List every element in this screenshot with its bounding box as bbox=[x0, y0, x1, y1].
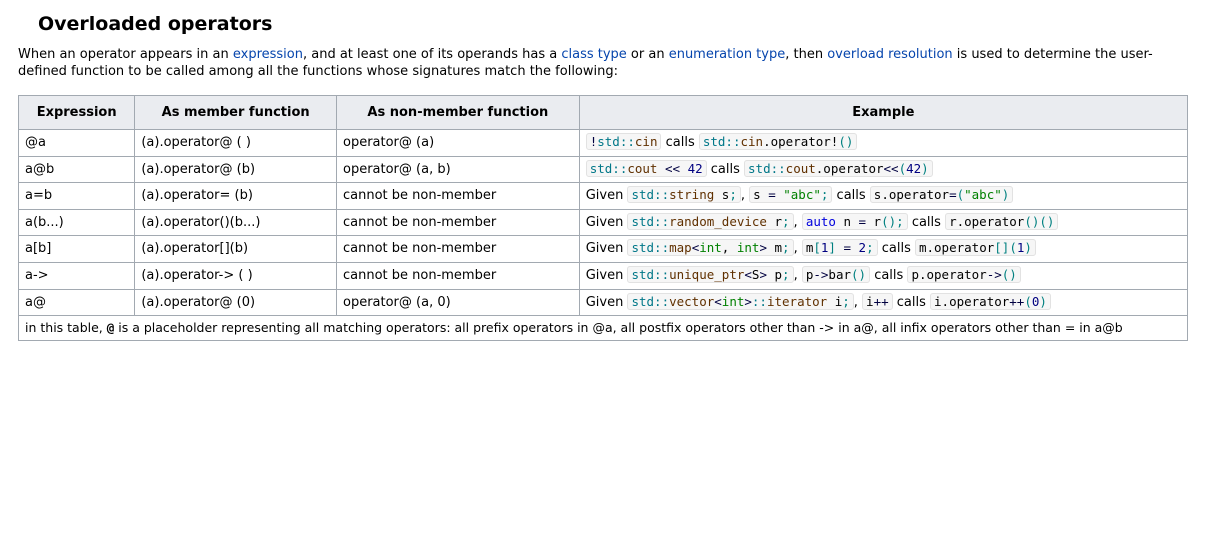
cell-expression: a[b] bbox=[19, 236, 135, 263]
table-row: a@ (a).operator@ (0) operator@ (a, 0) Gi… bbox=[19, 289, 1188, 316]
table-row: @a (a).operator@ ( ) operator@ (a) !!std… bbox=[19, 130, 1188, 157]
intro-paragraph: When an operator appears in an expressio… bbox=[18, 46, 1188, 81]
intro-text: , and at least one of its operands has a bbox=[303, 47, 561, 62]
code-snippet: std::random_device r; bbox=[627, 213, 793, 230]
col-example: Example bbox=[579, 95, 1187, 130]
code-snippet: !!std::cinstd::cin bbox=[586, 133, 662, 150]
cell-example: Given std::string s;, s = "abc"; calls s… bbox=[579, 183, 1187, 210]
text: , bbox=[794, 215, 802, 230]
cell-expression: @a bbox=[19, 130, 135, 157]
intro-text: or an bbox=[627, 47, 669, 62]
cell-nonmember-disallowed: cannot be non-member bbox=[336, 263, 579, 290]
text: , bbox=[794, 268, 802, 283]
code-snippet: std::cout << 42 bbox=[586, 160, 707, 177]
cell-nonmember-disallowed: cannot be non-member bbox=[336, 209, 579, 236]
cell-expression: a(b...) bbox=[19, 209, 135, 236]
text: calls bbox=[908, 215, 945, 230]
footer-text: is a placeholder representing all matchi… bbox=[114, 320, 1122, 335]
cell-member: (a).operator()(b...) bbox=[135, 209, 337, 236]
cell-example: Given std::map<int, int> m;, m[1] = 2; c… bbox=[579, 236, 1187, 263]
text: , bbox=[794, 241, 802, 256]
cell-member: (a).operator@ (b) bbox=[135, 156, 337, 183]
code-snippet: m.operator[](1) bbox=[915, 239, 1036, 256]
link-class-type[interactable]: class type bbox=[561, 47, 626, 62]
cell-member: (a).operator-> ( ) bbox=[135, 263, 337, 290]
text: Given bbox=[586, 295, 628, 310]
cell-nonmember: operator@ (a, 0) bbox=[336, 289, 579, 316]
code-snippet: std::cout.operator<<(42) bbox=[744, 160, 933, 177]
intro-text: When an operator appears in an bbox=[18, 47, 233, 62]
code-snippet: s = "abc"; bbox=[749, 186, 832, 203]
cell-member: (a).operator@ ( ) bbox=[135, 130, 337, 157]
cell-nonmember-disallowed: cannot be non-member bbox=[336, 236, 579, 263]
intro-text: , then bbox=[785, 47, 827, 62]
table-row: a=b (a).operator= (b) cannot be non-memb… bbox=[19, 183, 1188, 210]
cell-example: Given std::unique_ptr<S> p;, p->bar() ca… bbox=[579, 263, 1187, 290]
link-expression[interactable]: expression bbox=[233, 47, 303, 62]
text: Given bbox=[586, 188, 628, 203]
text: calls bbox=[893, 295, 930, 310]
table-row: a@b (a).operator@ (b) operator@ (a, b) s… bbox=[19, 156, 1188, 183]
cell-nonmember: operator@ (a, b) bbox=[336, 156, 579, 183]
code-snippet: std::cin.operator!() bbox=[699, 133, 858, 150]
cell-example: !!std::cinstd::cin calls std::cin.operat… bbox=[579, 130, 1187, 157]
col-member: As member function bbox=[135, 95, 337, 130]
table-header-row: Expression As member function As non-mem… bbox=[19, 95, 1188, 130]
cell-example: Given std::random_device r;, auto n = r(… bbox=[579, 209, 1187, 236]
text: calls bbox=[707, 162, 744, 177]
col-nonmember: As non-member function bbox=[336, 95, 579, 130]
text: Given bbox=[586, 268, 628, 283]
cell-expression: a-> bbox=[19, 263, 135, 290]
cell-member: (a).operator@ (0) bbox=[135, 289, 337, 316]
code-snippet: p.operator->() bbox=[907, 266, 1020, 283]
code-snippet: m[1] = 2; bbox=[802, 239, 878, 256]
code-snippet: r.operator()() bbox=[945, 213, 1058, 230]
text: calls bbox=[870, 268, 907, 283]
code-snippet: std::map<int, int> m; bbox=[627, 239, 793, 256]
cell-member: (a).operator= (b) bbox=[135, 183, 337, 210]
table-footer: in this table, @ is a placeholder repres… bbox=[19, 316, 1188, 341]
cell-expression: a@ bbox=[19, 289, 135, 316]
col-expression: Expression bbox=[19, 95, 135, 130]
code-snippet: i++ bbox=[862, 293, 893, 310]
code-snippet: std::unique_ptr<S> p; bbox=[627, 266, 793, 283]
table-row: a-> (a).operator-> ( ) cannot be non-mem… bbox=[19, 263, 1188, 290]
code-snippet: s.operator=("abc") bbox=[870, 186, 1014, 203]
text: Given bbox=[586, 241, 628, 256]
text: calls bbox=[878, 241, 915, 256]
link-overload-resolution[interactable]: overload resolution bbox=[827, 47, 952, 62]
cell-example: std::cout << 42 calls std::cout.operator… bbox=[579, 156, 1187, 183]
section-heading: Overloaded operators bbox=[38, 12, 1188, 38]
table-footer-row: in this table, @ is a placeholder repres… bbox=[19, 316, 1188, 341]
footer-text: in this table, bbox=[25, 320, 107, 335]
code-snippet: i.operator++(0) bbox=[930, 293, 1051, 310]
text: Given bbox=[586, 215, 628, 230]
cell-nonmember: operator@ (a) bbox=[336, 130, 579, 157]
table-row: a(b...) (a).operator()(b...) cannot be n… bbox=[19, 209, 1188, 236]
text: calls bbox=[832, 188, 869, 203]
table-row: a[b] (a).operator[](b) cannot be non-mem… bbox=[19, 236, 1188, 263]
cell-example: Given std::vector<int>::iterator i;, i++… bbox=[579, 289, 1187, 316]
code-snippet: std::vector<int>::iterator i; bbox=[627, 293, 853, 310]
cell-expression: a@b bbox=[19, 156, 135, 183]
text: calls bbox=[661, 135, 698, 150]
operator-table: Expression As member function As non-mem… bbox=[18, 95, 1188, 342]
text: , bbox=[741, 188, 749, 203]
text: , bbox=[854, 295, 862, 310]
code-snippet: auto n = r(); bbox=[802, 213, 908, 230]
code-snippet: p->bar() bbox=[802, 266, 870, 283]
cell-nonmember-disallowed: cannot be non-member bbox=[336, 183, 579, 210]
link-enumeration-type[interactable]: enumeration type bbox=[669, 47, 786, 62]
code-snippet: std::string s; bbox=[627, 186, 740, 203]
cell-member: (a).operator[](b) bbox=[135, 236, 337, 263]
cell-expression: a=b bbox=[19, 183, 135, 210]
